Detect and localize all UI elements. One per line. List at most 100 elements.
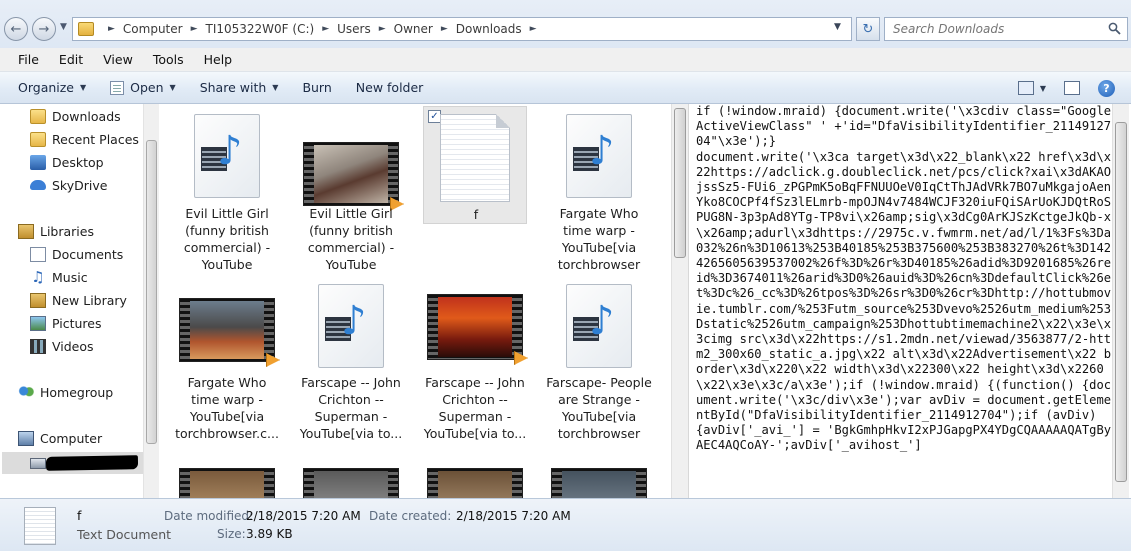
text-document-icon — [24, 507, 56, 545]
music-note-icon: ♫ — [31, 267, 45, 286]
file-item[interactable]: Farscape -- John Crichton -- Superman - You… — [411, 276, 539, 444]
menu-view[interactable]: View — [93, 52, 143, 67]
details-pane: f Text Document Date modified: 2/18/2015… — [0, 498, 1131, 551]
media-file-icon: ♪ — [566, 284, 632, 368]
new-folder-button[interactable]: New folder — [348, 76, 432, 100]
computer-icon — [18, 430, 34, 446]
share-with-label: Share with — [199, 80, 267, 95]
file-item[interactable] — [411, 466, 539, 498]
file-item[interactable]: Evil Little Girl (funny british commercial… — [287, 106, 415, 274]
help-icon[interactable]: ? — [1098, 79, 1115, 97]
preview-pane-icon[interactable] — [1064, 81, 1080, 95]
scrollbar-thumb[interactable] — [146, 140, 157, 444]
chevron-down-icon: ▼ — [169, 83, 176, 92]
search-box[interactable] — [884, 17, 1128, 41]
file-item-selected[interactable]: ✓ f — [423, 106, 527, 224]
burn-button[interactable]: Burn — [294, 76, 339, 100]
preview-text: if (!window.mraid) {document.write('\x3c… — [696, 104, 1112, 453]
size-label: Size: — [217, 527, 246, 541]
nav-item-skydrive[interactable]: SkyDrive — [30, 175, 107, 195]
file-item[interactable]: ♪ Evil Little Girl (funny british commerci… — [163, 106, 291, 274]
scrollbar-thumb[interactable] — [1115, 122, 1127, 482]
text-document-icon — [440, 114, 510, 202]
forward-arrow-icon[interactable]: → — [32, 17, 56, 41]
nav-item-homegroup[interactable]: Homegroup — [18, 382, 113, 402]
nav-item-documents[interactable]: Documents — [30, 244, 123, 264]
breadcrumb-computer[interactable]: Computer — [123, 22, 183, 36]
chevron-right-icon[interactable]: ► — [191, 24, 198, 34]
details-file-type: Text Document — [77, 527, 172, 542]
nav-item-music[interactable]: ♫ Music — [30, 267, 87, 287]
breadcrumb-users[interactable]: Users — [337, 22, 371, 36]
file-item-label: f — [473, 207, 479, 222]
recent-pages-dropdown[interactable]: ▼ — [60, 22, 70, 34]
breadcrumb-drive[interactable]: TI105322W0F (C:) — [206, 22, 315, 36]
file-list-scrollbar[interactable] — [671, 104, 688, 498]
navigation-pane: Downloads Recent Places Desktop SkyDrive… — [0, 104, 158, 498]
menu-tools[interactable]: Tools — [143, 52, 194, 67]
file-item[interactable] — [163, 466, 291, 498]
file-item[interactable] — [535, 466, 663, 498]
back-arrow-icon[interactable]: ← — [4, 17, 28, 41]
nav-item-label: Libraries — [40, 223, 94, 239]
hard-drive-icon — [30, 457, 46, 469]
file-item[interactable]: ♪ Fargate Who time warp - YouTube[via torch… — [535, 106, 663, 274]
breadcrumb-downloads[interactable]: Downloads — [456, 22, 522, 36]
media-file-icon: ♪ — [194, 114, 260, 198]
nav-item-new-library[interactable]: New Library — [30, 290, 127, 310]
notepad-icon — [110, 80, 125, 95]
organize-button[interactable]: Organize ▼ — [10, 76, 94, 100]
nav-item-recent-places[interactable]: Recent Places — [30, 129, 139, 149]
date-created-value: 2/18/2015 7:20 AM — [456, 509, 571, 523]
nav-item-videos[interactable]: Videos — [30, 336, 94, 356]
chevron-down-icon: ▼ — [272, 83, 279, 92]
menu-bar: File Edit View Tools Help — [0, 48, 1131, 72]
chevron-right-icon[interactable]: ► — [108, 24, 115, 34]
redaction-mark — [45, 455, 139, 471]
file-item[interactable]: Fargate Who time warp - YouTube[via torchbr… — [163, 276, 291, 444]
file-item-label: Farscape- People are Strange - YouTube[via… — [546, 375, 652, 441]
nav-item-label: Pictures — [52, 315, 102, 331]
menu-help[interactable]: Help — [194, 52, 243, 67]
open-button[interactable]: Open ▼ — [102, 76, 184, 100]
media-file-icon: ♪ — [566, 114, 632, 198]
address-history-dropdown[interactable]: ▼ — [834, 22, 841, 32]
breadcrumb-owner[interactable]: Owner — [394, 22, 433, 36]
video-thumbnail — [179, 298, 280, 367]
file-item-label: Evil Little Girl (funny british commercial… — [183, 206, 271, 272]
preview-scrollbar[interactable] — [1112, 104, 1129, 498]
file-item[interactable] — [287, 466, 415, 498]
chevron-right-icon[interactable]: ► — [379, 24, 386, 34]
chevron-right-icon[interactable]: ► — [530, 24, 537, 34]
nav-item-label: New Library — [52, 292, 127, 308]
search-input[interactable] — [893, 22, 1103, 36]
menu-file[interactable]: File — [8, 52, 49, 67]
menu-edit[interactable]: Edit — [49, 52, 93, 67]
nav-item-desktop[interactable]: Desktop — [30, 152, 104, 172]
search-icon[interactable] — [1108, 22, 1121, 35]
libraries-icon — [18, 223, 34, 239]
chevron-right-icon[interactable]: ► — [322, 24, 329, 34]
chevron-right-icon[interactable]: ► — [441, 24, 448, 34]
nav-item-pictures[interactable]: Pictures — [30, 313, 102, 333]
refresh-icon[interactable]: ↻ — [856, 17, 880, 41]
nav-item-libraries[interactable]: Libraries — [18, 221, 94, 241]
chevron-down-icon: ▼ — [80, 83, 87, 92]
nav-item-downloads[interactable]: Downloads — [30, 106, 121, 126]
chevron-down-icon[interactable]: ▼ — [1040, 84, 1046, 93]
scrollbar-thumb[interactable] — [674, 108, 686, 258]
toolbar-right: ▼ ? — [1017, 72, 1131, 104]
file-item-label: Fargate Who time warp - YouTube[via torchbr… — [557, 206, 641, 272]
file-item[interactable]: ♪ Farscape -- John Crichton -- Superman -Y… — [287, 276, 415, 444]
date-modified-label: Date modified: — [164, 509, 254, 523]
change-view-icon[interactable] — [1017, 81, 1034, 95]
share-with-button[interactable]: Share with ▼ — [192, 76, 287, 100]
navigation-scrollbar[interactable] — [143, 104, 159, 498]
nav-item-label: Computer — [40, 430, 103, 446]
nav-item-label: Documents — [52, 246, 124, 262]
preview-pane: if (!window.mraid) {document.write('\x3c… — [694, 104, 1114, 498]
file-item[interactable]: ♪ Farscape- People are Strange - YouTube[v… — [535, 276, 663, 444]
address-bar[interactable]: ► Computer ► TI105322W0F (C:) ► Users ► … — [72, 17, 852, 41]
nav-item-computer[interactable]: Computer — [18, 428, 102, 448]
file-item-label: Farscape -- John Crichton -- Superman - You… — [423, 375, 527, 441]
